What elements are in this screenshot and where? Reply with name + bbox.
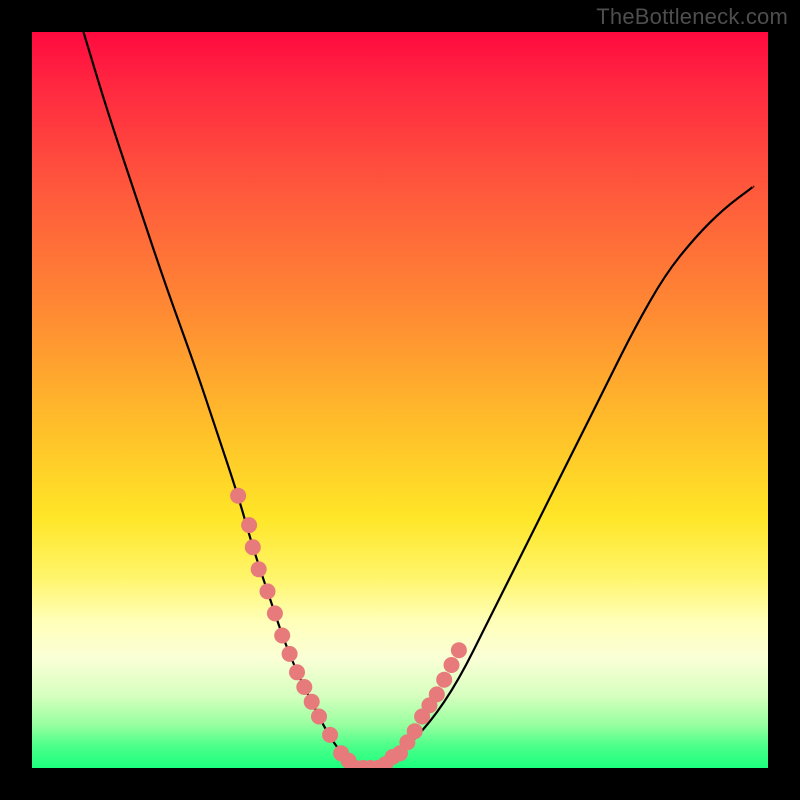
curve-marker bbox=[289, 664, 305, 680]
curve-marker bbox=[260, 583, 276, 599]
curve-marker bbox=[230, 488, 246, 504]
curve-marker bbox=[444, 657, 460, 673]
curve-marker bbox=[251, 561, 267, 577]
curve-marker bbox=[267, 605, 283, 621]
plot-outer-border bbox=[32, 32, 768, 768]
curve-marker-group bbox=[230, 488, 467, 768]
curve-marker bbox=[304, 694, 320, 710]
curve-marker bbox=[322, 727, 338, 743]
curve-marker bbox=[311, 709, 327, 725]
watermark-text: TheBottleneck.com bbox=[596, 4, 788, 30]
curve-marker bbox=[451, 642, 467, 658]
curve-marker bbox=[274, 628, 290, 644]
curve-marker bbox=[429, 686, 445, 702]
chart-frame: TheBottleneck.com bbox=[0, 0, 800, 800]
curve-marker bbox=[296, 679, 312, 695]
curve-marker bbox=[407, 723, 423, 739]
curve-marker bbox=[282, 646, 298, 662]
curve-marker bbox=[241, 517, 257, 533]
curve-path-group bbox=[84, 32, 754, 768]
bottleneck-curve-path bbox=[84, 32, 754, 768]
curve-marker bbox=[436, 672, 452, 688]
bottleneck-curve-svg bbox=[32, 32, 768, 768]
curve-marker bbox=[245, 539, 261, 555]
